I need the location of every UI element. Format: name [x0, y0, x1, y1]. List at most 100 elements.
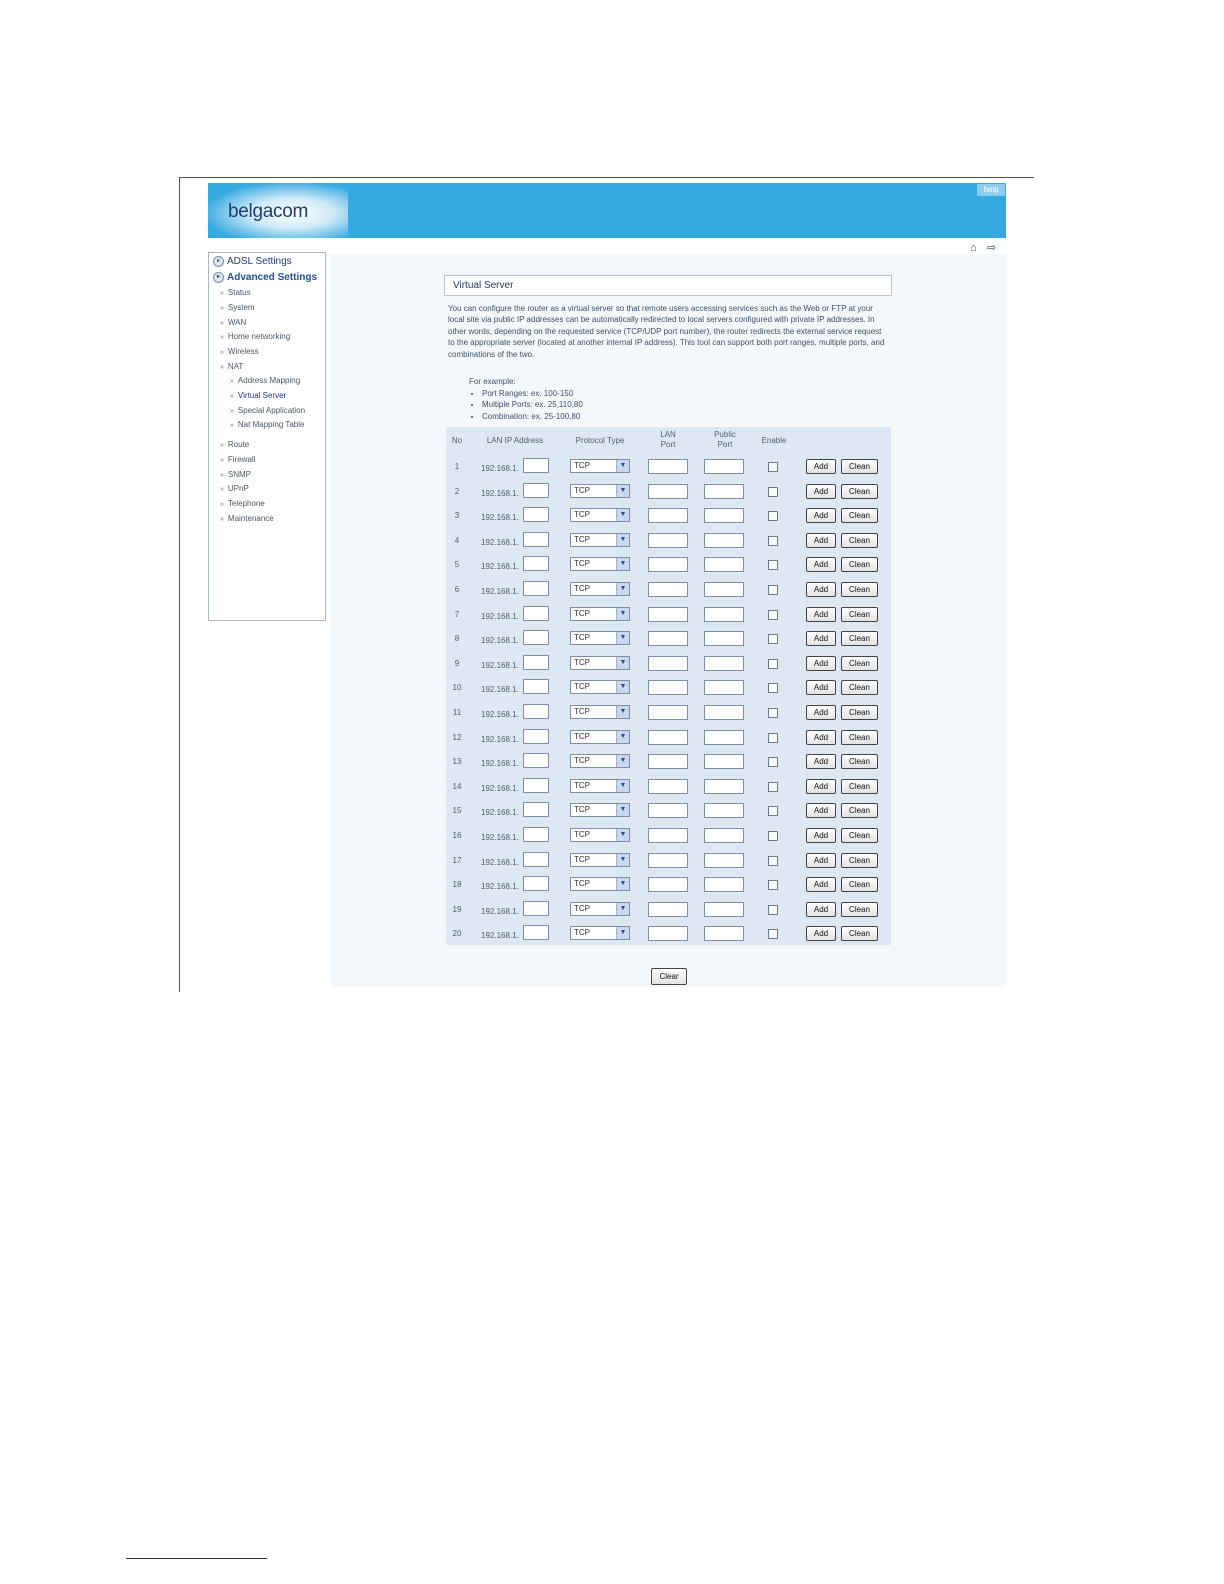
protocol-select[interactable]: TCP ▼ — [570, 459, 630, 473]
enable-checkbox[interactable] — [768, 708, 778, 718]
lan-port-input[interactable] — [648, 754, 688, 770]
protocol-select[interactable]: TCP ▼ — [570, 803, 630, 818]
enable-checkbox[interactable] — [768, 535, 778, 546]
lan-port-input[interactable] — [648, 680, 688, 696]
enable-checkbox[interactable] — [768, 732, 778, 743]
lan-ip-input[interactable] — [523, 482, 549, 498]
public-port-input[interactable] — [704, 631, 744, 647]
lan-ip-input[interactable] — [523, 507, 549, 523]
protocol-select[interactable]: TCP ▼ — [570, 901, 630, 916]
protocol-select[interactable]: TCP ▼ — [570, 483, 630, 498]
enable-checkbox[interactable] — [768, 609, 778, 620]
protocol-select[interactable]: TCP ▼ — [570, 680, 630, 695]
public-port-input[interactable] — [704, 508, 744, 524]
protocol-select[interactable]: TCP ▼ — [570, 655, 630, 670]
add-button[interactable]: Add — [806, 705, 836, 720]
clear-button[interactable]: Clear — [651, 968, 687, 985]
enable-checkbox[interactable] — [768, 831, 778, 841]
sidebar-item[interactable]: » Special Application — [230, 406, 305, 415]
public-port-input[interactable] — [704, 532, 744, 548]
lan-port-input[interactable] — [648, 508, 688, 524]
protocol-select[interactable]: TCP ▼ — [570, 926, 630, 941]
lan-ip-input[interactable] — [523, 851, 549, 867]
help-button[interactable]: help — [977, 184, 1005, 196]
sidebar-item[interactable]: » Telephone — [220, 499, 265, 508]
protocol-select[interactable]: TCP ▼ — [570, 754, 630, 769]
sidebar-main-item[interactable]: ▸ ADSL Settings — [213, 256, 292, 267]
lan-ip-input[interactable] — [523, 753, 549, 769]
lan-ip-input[interactable] — [523, 605, 549, 621]
public-port-input[interactable] — [704, 582, 744, 597]
clean-button[interactable]: Clean — [841, 606, 878, 622]
lan-port-input[interactable] — [648, 926, 688, 942]
protocol-select[interactable]: TCP ▼ — [570, 557, 630, 572]
lan-port-input[interactable] — [648, 729, 688, 745]
sidebar-item[interactable]: » Status — [220, 288, 251, 297]
public-port-input[interactable] — [704, 754, 744, 770]
protocol-select[interactable]: TCP ▼ — [570, 631, 630, 646]
lan-port-input[interactable] — [648, 606, 688, 622]
clean-button[interactable]: Clean — [841, 729, 878, 745]
add-button[interactable]: Add — [806, 557, 836, 573]
public-port-input[interactable] — [704, 680, 744, 696]
lan-port-input[interactable] — [648, 631, 688, 647]
public-port-input[interactable] — [704, 778, 744, 794]
lan-port-input[interactable] — [648, 803, 688, 819]
sidebar-item[interactable]: » System — [220, 303, 255, 312]
logout-icon[interactable]: ⇨ — [987, 241, 1001, 254]
lan-port-input[interactable] — [648, 655, 688, 671]
add-button[interactable]: Add — [806, 582, 836, 597]
enable-checkbox[interactable] — [768, 511, 778, 522]
lan-ip-input[interactable] — [523, 654, 549, 670]
lan-ip-input[interactable] — [523, 556, 549, 572]
clean-button[interactable]: Clean — [841, 557, 878, 573]
public-port-input[interactable] — [704, 483, 744, 499]
enable-checkbox[interactable] — [768, 781, 778, 792]
lan-port-input[interactable] — [648, 828, 688, 843]
lan-port-input[interactable] — [648, 778, 688, 794]
public-port-input[interactable] — [704, 901, 744, 917]
public-port-input[interactable] — [704, 926, 744, 942]
add-button[interactable]: Add — [806, 778, 836, 794]
lan-port-input[interactable] — [648, 705, 688, 720]
lan-port-input[interactable] — [648, 852, 688, 868]
add-button[interactable]: Add — [806, 926, 836, 942]
lan-ip-input[interactable] — [523, 704, 549, 719]
enable-checkbox[interactable] — [768, 634, 778, 645]
add-button[interactable]: Add — [806, 729, 836, 745]
public-port-input[interactable] — [704, 606, 744, 622]
enable-checkbox[interactable] — [768, 683, 778, 694]
sidebar-item[interactable]: » Maintenance — [220, 514, 274, 523]
sidebar-item[interactable]: » NAT — [220, 362, 243, 371]
protocol-select[interactable]: TCP ▼ — [570, 852, 630, 867]
clean-button[interactable]: Clean — [841, 803, 878, 819]
clean-button[interactable]: Clean — [841, 582, 878, 597]
clean-button[interactable]: Clean — [841, 532, 878, 548]
public-port-input[interactable] — [704, 877, 744, 893]
clean-button[interactable]: Clean — [841, 705, 878, 720]
public-port-input[interactable] — [704, 459, 744, 474]
protocol-select[interactable]: TCP ▼ — [570, 877, 630, 892]
add-button[interactable]: Add — [806, 803, 836, 819]
lan-ip-input[interactable] — [523, 679, 549, 695]
enable-checkbox[interactable] — [768, 585, 778, 595]
enable-checkbox[interactable] — [768, 929, 778, 940]
protocol-select[interactable]: TCP ▼ — [570, 828, 630, 842]
lan-ip-input[interactable] — [523, 925, 549, 941]
add-button[interactable]: Add — [806, 680, 836, 696]
sidebar-item[interactable]: » Route — [220, 440, 249, 449]
lan-ip-input[interactable] — [523, 802, 549, 818]
add-button[interactable]: Add — [806, 532, 836, 548]
sidebar-item[interactable]: » SNMP — [220, 470, 251, 479]
lan-port-input[interactable] — [648, 557, 688, 573]
enable-checkbox[interactable] — [768, 486, 778, 497]
clean-button[interactable]: Clean — [841, 459, 878, 474]
enable-checkbox[interactable] — [768, 904, 778, 915]
enable-checkbox[interactable] — [768, 757, 778, 768]
clean-button[interactable]: Clean — [841, 926, 878, 942]
clean-button[interactable]: Clean — [841, 828, 878, 843]
lan-port-input[interactable] — [648, 582, 688, 597]
clean-button[interactable]: Clean — [841, 754, 878, 770]
public-port-input[interactable] — [704, 729, 744, 745]
clean-button[interactable]: Clean — [841, 877, 878, 893]
